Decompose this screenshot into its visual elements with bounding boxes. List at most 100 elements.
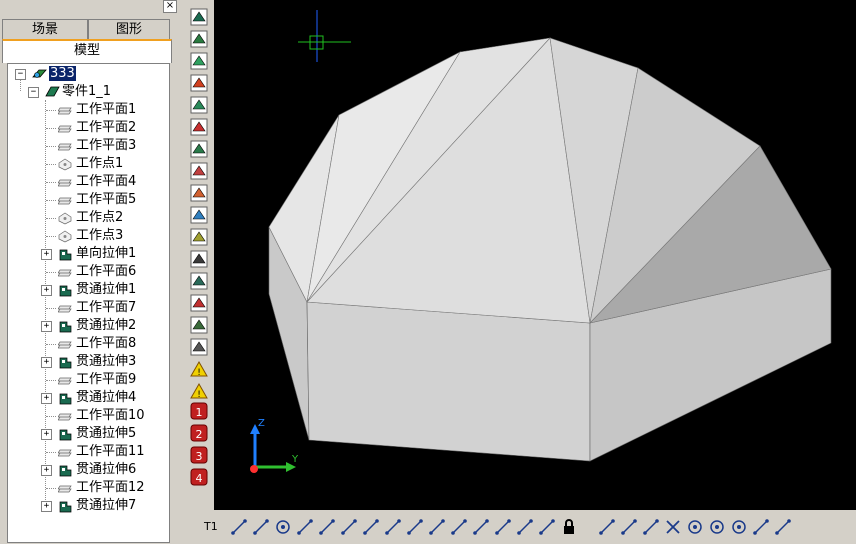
- y-axis-label: Y: [291, 454, 299, 465]
- polyline-icon[interactable]: [642, 518, 660, 536]
- horizontal-icon[interactable]: [362, 518, 380, 536]
- tree-item[interactable]: 工作点3: [76, 227, 123, 245]
- text-tool-icon[interactable]: [230, 518, 248, 536]
- tree-item[interactable]: 工作平面5: [76, 191, 136, 209]
- expand-toggle[interactable]: +: [41, 249, 52, 260]
- model-canvas[interactable]: Z Y: [214, 0, 856, 510]
- sweep-icon[interactable]: [190, 74, 208, 92]
- draft-icon[interactable]: [190, 228, 208, 246]
- expand-toggle[interactable]: +: [41, 465, 52, 476]
- tree-item[interactable]: 贯通拉伸4: [76, 389, 136, 407]
- extrude-tool-icon[interactable]: [190, 30, 208, 48]
- expand-toggle[interactable]: +: [41, 393, 52, 404]
- expand-toggle[interactable]: +: [41, 429, 52, 440]
- tab-graphics[interactable]: 图形: [88, 19, 170, 40]
- tree-item[interactable]: 工作平面11: [76, 443, 145, 461]
- fillet-icon[interactable]: [190, 140, 208, 158]
- line-icon[interactable]: [620, 518, 638, 536]
- extrude-icon: [59, 357, 72, 369]
- symmetric-icon[interactable]: [494, 518, 512, 536]
- fix-icon[interactable]: [538, 518, 556, 536]
- tree-item[interactable]: 工作点1: [76, 155, 123, 173]
- close-panel-button[interactable]: ×: [163, 0, 177, 13]
- solid-model[interactable]: [268, 37, 832, 462]
- expand-toggle[interactable]: +: [41, 285, 52, 296]
- face-icon[interactable]: [190, 338, 208, 356]
- tree-item[interactable]: 工作平面8: [76, 335, 136, 353]
- target-icon[interactable]: [708, 518, 726, 536]
- equal-icon[interactable]: [516, 518, 534, 536]
- expand-toggle[interactable]: +: [41, 357, 52, 368]
- lock-icon[interactable]: [560, 518, 578, 536]
- tree-connector: [46, 182, 56, 183]
- tab-scene[interactable]: 场景: [2, 19, 88, 40]
- tree-item[interactable]: 工作平面4: [76, 173, 136, 191]
- model-panel: × 场景 图形 模型 − 333 − 零件1_1 工作平面1 工作平面2 工作平面3…: [0, 0, 177, 544]
- offset-icon[interactable]: [450, 518, 468, 536]
- tree-item[interactable]: 工作平面1: [76, 101, 136, 119]
- part-icon: [45, 86, 60, 97]
- parallel-icon[interactable]: [472, 518, 490, 536]
- tree-item[interactable]: 工作平面7: [76, 299, 136, 317]
- split-icon[interactable]: [190, 250, 208, 268]
- expand-toggle[interactable]: +: [41, 321, 52, 332]
- tree-item[interactable]: 贯通拉伸2: [76, 317, 136, 335]
- tree-item[interactable]: 工作平面9: [76, 371, 136, 389]
- loft-icon[interactable]: [190, 96, 208, 114]
- tree-item[interactable]: 工作平面3: [76, 137, 136, 155]
- tree-item[interactable]: 工作平面6: [76, 263, 136, 281]
- tab-model[interactable]: 模型: [2, 39, 172, 63]
- tree-item[interactable]: 贯通拉伸6: [76, 461, 136, 479]
- vertical-icon[interactable]: [384, 518, 402, 536]
- arrow-icon[interactable]: [774, 518, 792, 536]
- rotate-icon[interactable]: [730, 518, 748, 536]
- tree-item[interactable]: 工作平面10: [76, 407, 145, 425]
- tree-item[interactable]: 贯通拉伸7: [76, 497, 136, 515]
- circle-icon[interactable]: [274, 518, 292, 536]
- tree-item[interactable]: 贯通拉伸1: [76, 281, 136, 299]
- mirror-icon[interactable]: [190, 206, 208, 224]
- tree-item[interactable]: 工作平面12: [76, 479, 145, 497]
- tree-item[interactable]: 贯通拉伸3: [76, 353, 136, 371]
- perpendicular-icon[interactable]: [340, 518, 358, 536]
- feature-tree[interactable]: − 333 − 零件1_1 工作平面1 工作平面2 工作平面3 工作点1 工作平面4 工作…: [7, 63, 170, 543]
- toolbar-badge-icon[interactable]: 2: [190, 424, 208, 442]
- tree-item[interactable]: 工作点2: [76, 209, 123, 227]
- warning-triangle-icon[interactable]: !: [190, 360, 208, 378]
- tree-part[interactable]: 零件1_1: [62, 83, 111, 101]
- center-circle-icon[interactable]: [686, 518, 704, 536]
- 3d-viewport[interactable]: Z Y: [214, 0, 856, 510]
- tree-connector: [46, 416, 56, 417]
- work-plane-icon: [58, 107, 72, 115]
- hole-icon[interactable]: [190, 294, 208, 312]
- thread-icon[interactable]: [190, 316, 208, 334]
- shell-icon[interactable]: [190, 118, 208, 136]
- collapse-part-toggle[interactable]: −: [28, 87, 39, 98]
- warning-triangle-icon-2[interactable]: !: [190, 382, 208, 400]
- toolbar-badge-icon[interactable]: 4: [190, 468, 208, 486]
- collapse-root-toggle[interactable]: −: [15, 69, 26, 80]
- rib-icon[interactable]: [190, 272, 208, 290]
- toolbar-badge-icon[interactable]: 1: [190, 402, 208, 420]
- tangent-icon[interactable]: [428, 518, 446, 536]
- revolve-icon[interactable]: [190, 52, 208, 70]
- tree-connector: [46, 128, 56, 129]
- arc-icon[interactable]: [252, 518, 270, 536]
- work-point-icon: [58, 230, 72, 243]
- tree-item[interactable]: 工作平面2: [76, 119, 136, 137]
- tree-item[interactable]: 单向拉伸1: [76, 245, 136, 263]
- chamfer-icon[interactable]: [190, 162, 208, 180]
- cross-icon[interactable]: [664, 518, 682, 536]
- expand-toggle[interactable]: +: [41, 501, 52, 512]
- sketch-icon[interactable]: [190, 8, 208, 26]
- linear-dimension-icon[interactable]: [318, 518, 336, 536]
- toolbar-badge-icon[interactable]: 3: [190, 446, 208, 464]
- coincident-icon[interactable]: [406, 518, 424, 536]
- angle-dimension-icon[interactable]: [296, 518, 314, 536]
- tree-root[interactable]: 333: [49, 65, 76, 83]
- tool-t1-button[interactable]: T1: [204, 520, 218, 533]
- pattern-icon[interactable]: [190, 184, 208, 202]
- edge-icon[interactable]: [752, 518, 770, 536]
- trim-icon[interactable]: [598, 518, 616, 536]
- tree-item[interactable]: 贯通拉伸5: [76, 425, 136, 443]
